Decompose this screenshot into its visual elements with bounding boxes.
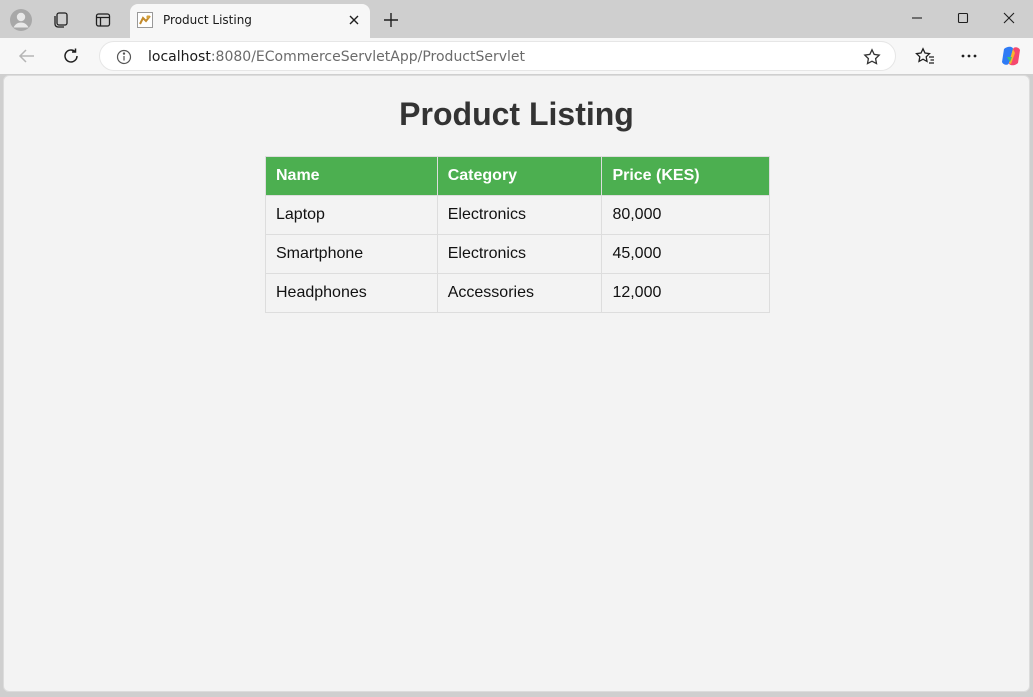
new-tab-icon[interactable] bbox=[380, 9, 402, 31]
cell-category: Electronics bbox=[436, 195, 603, 235]
url-host: localhost bbox=[148, 49, 211, 65]
products-table: Name Category Price (KES) Laptop Electro… bbox=[265, 156, 770, 313]
close-window-icon[interactable] bbox=[986, 5, 1032, 31]
browser-toolbar: localhost:8080/ECommerceServletApp/Produ… bbox=[0, 38, 1033, 74]
page-title: Product Listing bbox=[399, 96, 634, 132]
tab-strip: Product Listing bbox=[0, 0, 1033, 38]
copilot-icon[interactable] bbox=[997, 42, 1025, 70]
url-path: :8080/ECommerceServletApp/ProductServlet bbox=[210, 49, 526, 65]
cell-name: Laptop bbox=[265, 195, 438, 235]
profile-avatar-icon[interactable] bbox=[8, 7, 34, 33]
cell-price: 12,000 bbox=[601, 273, 770, 313]
browser-window: Product Listing localhost:8080/ECommerce… bbox=[0, 0, 1033, 697]
header-category: Category bbox=[436, 156, 603, 196]
tab-product-listing[interactable]: Product Listing bbox=[130, 4, 370, 38]
site-info-icon[interactable] bbox=[116, 49, 132, 65]
cell-name: Smartphone bbox=[265, 234, 438, 274]
tab-title: Product Listing bbox=[163, 13, 252, 27]
header-name: Name bbox=[265, 156, 438, 196]
cell-price: 45,000 bbox=[601, 234, 770, 274]
header-price: Price (KES) bbox=[601, 156, 770, 196]
maximize-icon[interactable] bbox=[940, 5, 986, 31]
close-tab-icon[interactable] bbox=[346, 12, 362, 28]
table-row: Headphones Accessories 12,000 bbox=[265, 273, 770, 313]
cell-category: Accessories bbox=[436, 273, 603, 313]
tab-actions-icon[interactable] bbox=[90, 7, 116, 33]
cell-category: Electronics bbox=[436, 234, 603, 274]
tomcat-favicon-icon bbox=[137, 12, 153, 28]
table-header-row: Name Category Price (KES) bbox=[265, 156, 770, 196]
back-arrow-icon[interactable] bbox=[13, 42, 41, 70]
favorites-icon[interactable] bbox=[911, 42, 939, 70]
table-row: Laptop Electronics 80,000 bbox=[265, 195, 770, 235]
address-bar[interactable]: localhost:8080/ECommerceServletApp/Produ… bbox=[99, 41, 896, 71]
table-row: Smartphone Electronics 45,000 bbox=[265, 234, 770, 274]
page-viewport: Product Listing Name Category Price (KES… bbox=[3, 75, 1030, 692]
more-options-icon[interactable] bbox=[955, 42, 983, 70]
address-url[interactable]: localhost:8080/ECommerceServletApp/Produ… bbox=[148, 49, 525, 65]
refresh-icon[interactable] bbox=[57, 42, 85, 70]
workspaces-icon[interactable] bbox=[48, 7, 74, 33]
favorite-star-icon[interactable] bbox=[863, 48, 881, 66]
cell-price: 80,000 bbox=[601, 195, 770, 235]
cell-name: Headphones bbox=[265, 273, 438, 313]
minimize-icon[interactable] bbox=[894, 5, 940, 31]
